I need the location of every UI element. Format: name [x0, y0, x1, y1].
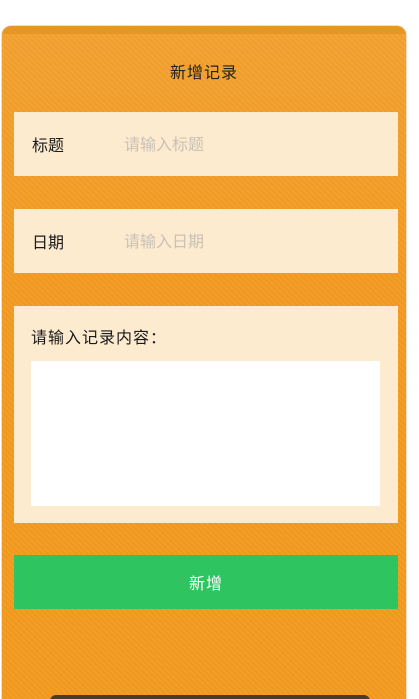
add-record-button[interactable]: 新增	[14, 555, 398, 609]
date-input[interactable]	[124, 221, 398, 261]
bottom-bar	[50, 695, 370, 699]
title-field-label: 标题	[32, 136, 65, 155]
content-textarea[interactable]	[31, 361, 380, 506]
date-field-label: 日期	[32, 233, 65, 252]
date-field-row: 日期	[14, 209, 398, 273]
card-top-band	[2, 26, 406, 34]
content-field-label: 请输入记录内容：	[31, 328, 168, 347]
title-field-row: 标题	[14, 112, 398, 176]
page-title: 新增记录	[169, 63, 238, 82]
record-form-card: 新增记录 标题 日期 请输入记录内容： 新增	[2, 26, 406, 699]
content-field-block: 请输入记录内容：	[14, 306, 398, 523]
title-input[interactable]	[124, 124, 398, 164]
page: 新增记录 标题 日期 请输入记录内容： 新增	[0, 0, 419, 699]
